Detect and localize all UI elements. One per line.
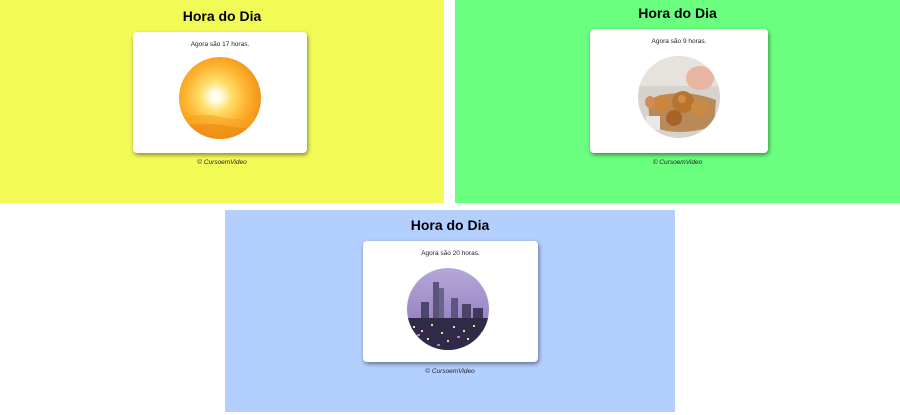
page-title: Hora do Dia xyxy=(410,217,490,233)
time-panel-afternoon: Hora do Dia Agora são 17 horas. © Cursoe… xyxy=(0,0,444,203)
time-card: Agora são 20 horas. xyxy=(363,241,538,362)
sunset-sun-image xyxy=(179,57,261,139)
time-panel-night: Hora do Dia Agora são 20 horas. © Cursoe… xyxy=(225,210,675,412)
page-title: Hora do Dia xyxy=(182,8,262,24)
copyright-footer: © CursoemVideo xyxy=(652,159,703,166)
time-message: Agora são 17 horas. xyxy=(190,41,250,48)
copyright-footer: © CursoemVideo xyxy=(197,159,247,166)
time-message: Agora são 9 horas. xyxy=(651,38,707,45)
page-title: Hora do Dia xyxy=(638,5,717,21)
time-card: Agora são 9 horas. xyxy=(590,29,768,153)
city-night-image xyxy=(407,268,489,350)
time-message: Agora são 20 horas. xyxy=(421,250,480,257)
time-card: Agora são 17 horas. xyxy=(133,32,307,153)
breakfast-bread-image xyxy=(638,56,720,138)
time-panel-morning: Hora do Dia Agora são 9 horas. © Cursoem… xyxy=(455,0,900,203)
copyright-footer: © CursoemVideo xyxy=(425,368,475,375)
